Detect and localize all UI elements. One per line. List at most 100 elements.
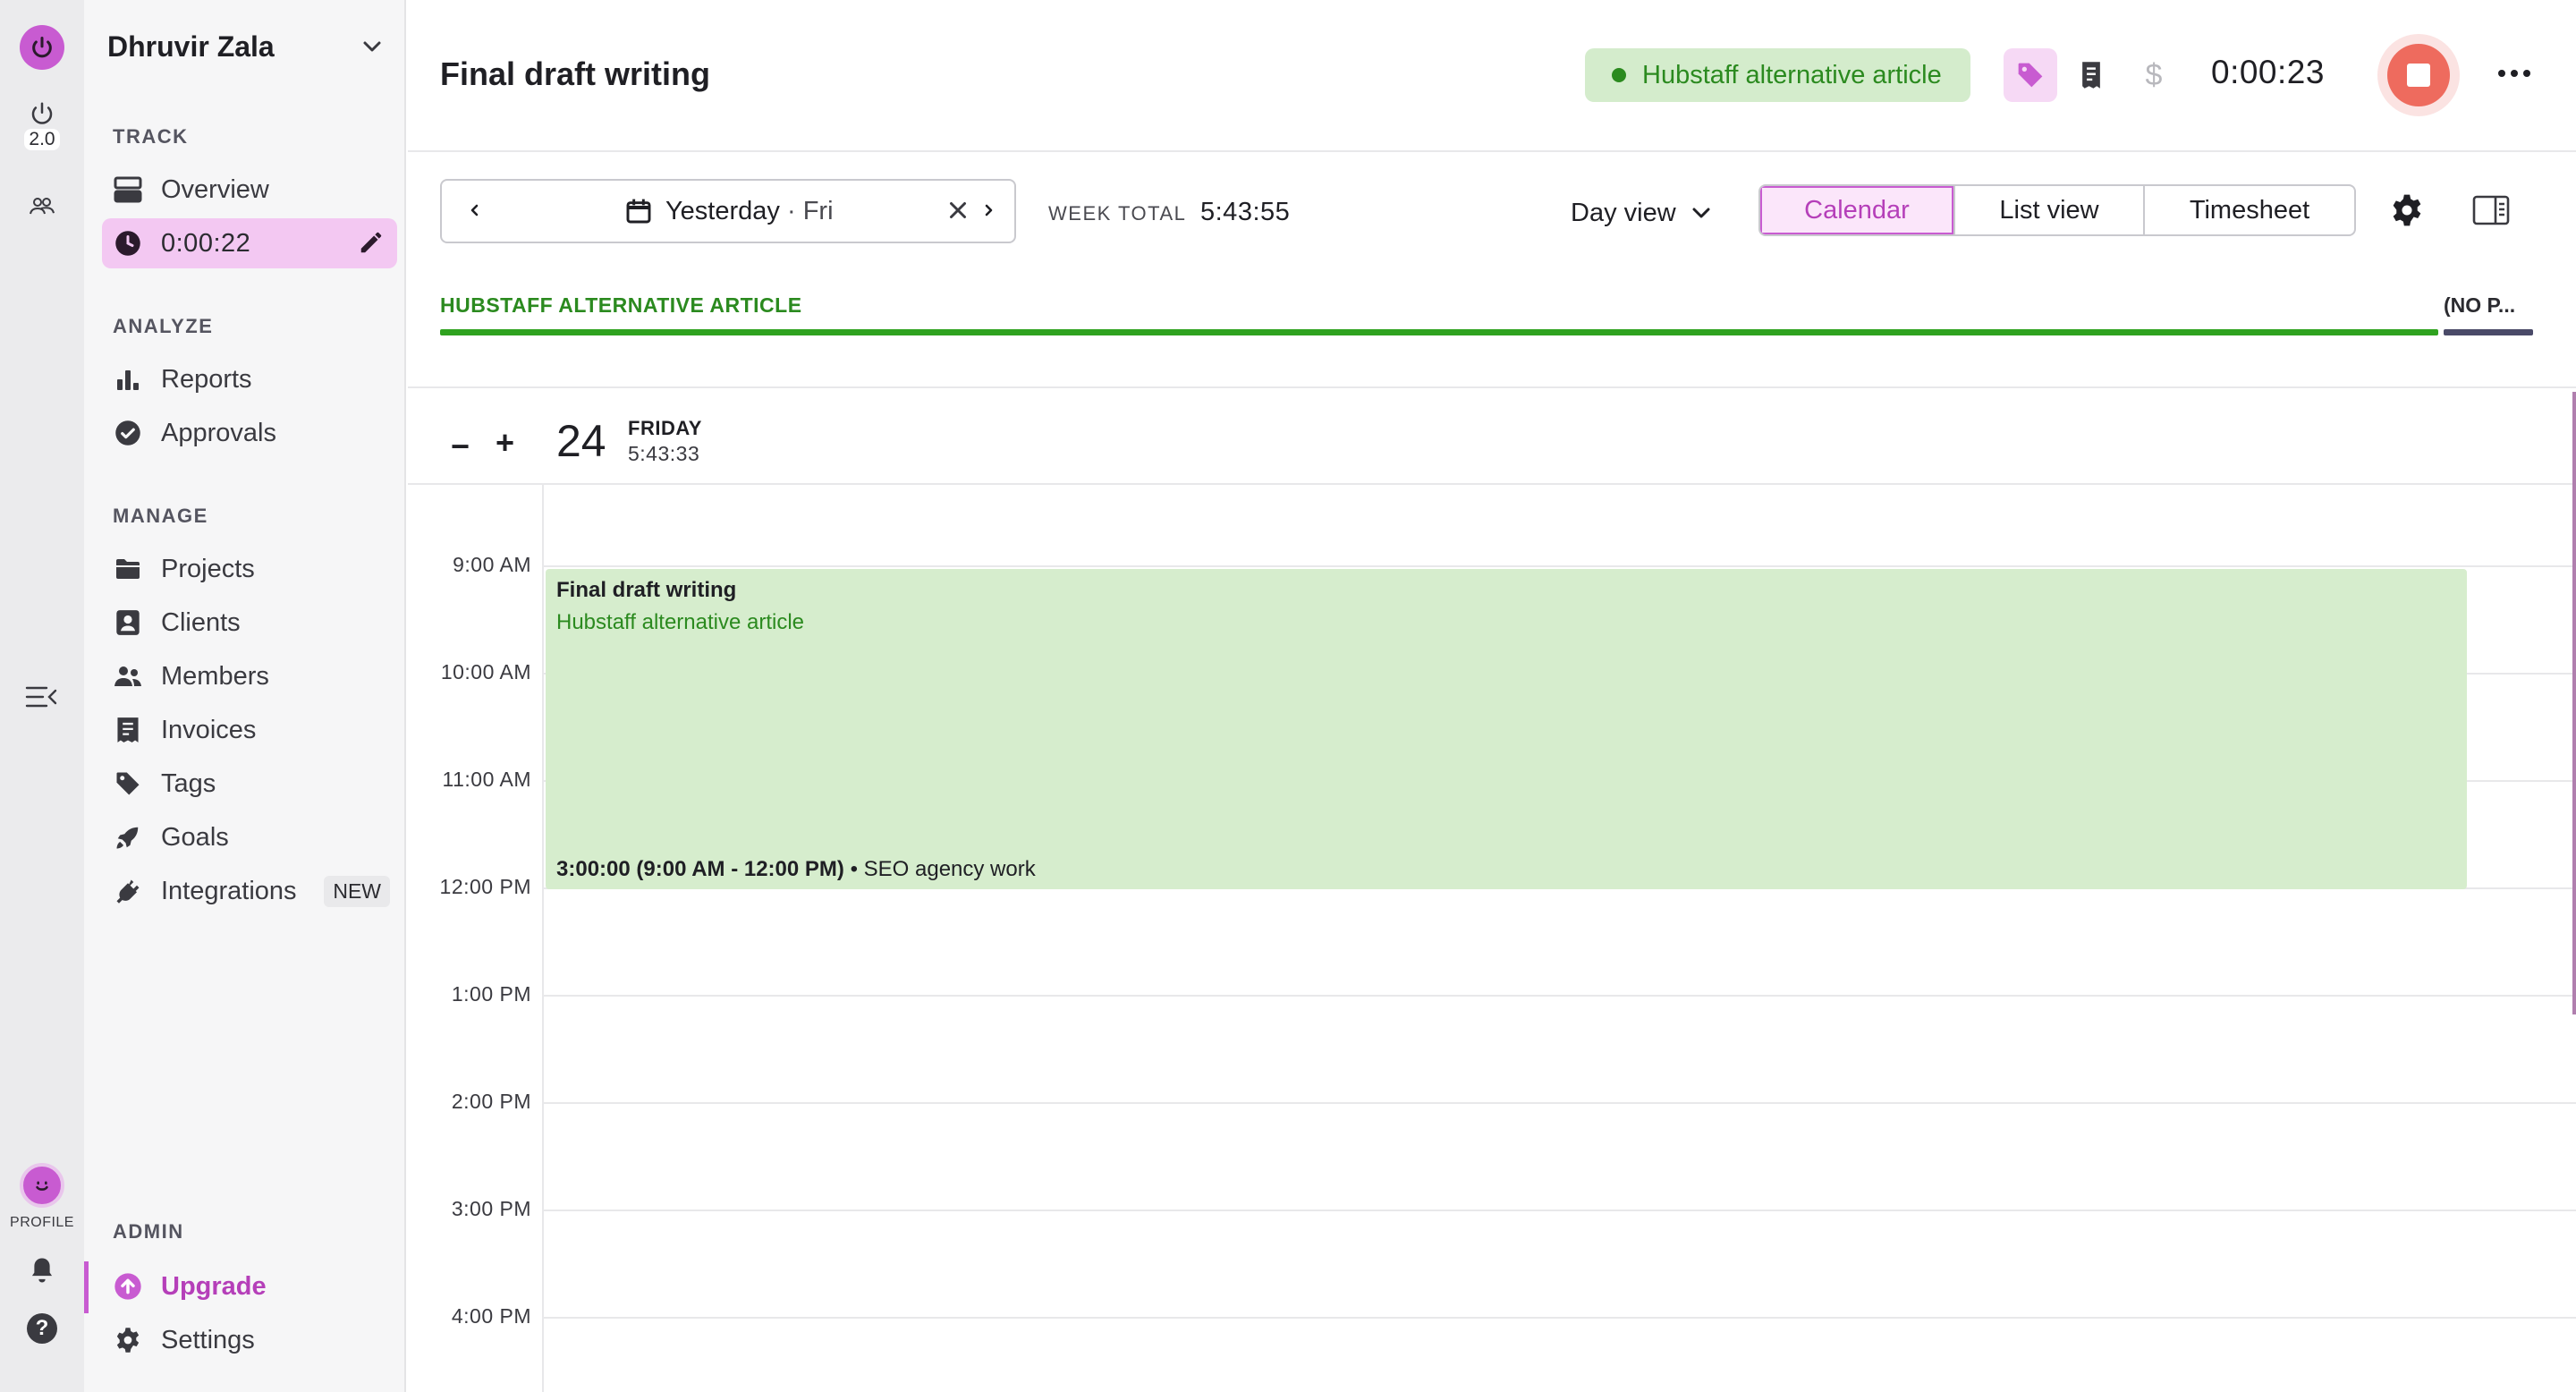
project-progress-bar[interactable] (440, 329, 2438, 335)
sidebar-item-overview[interactable]: Overview (102, 165, 397, 215)
hour-line (542, 1102, 2576, 1104)
sidebar-item-upgrade[interactable]: Upgrade (102, 1261, 397, 1311)
sidebar-item-projects[interactable]: Projects (102, 544, 397, 594)
no-project-summary-label: (NO P... (2444, 293, 2516, 317)
no-project-progress-bar[interactable] (2444, 329, 2533, 335)
chevron-down-icon (363, 41, 381, 52)
bar-chart-icon (113, 364, 143, 395)
hour-label: 3:00 PM (451, 1197, 531, 1220)
more-options-button[interactable] (2492, 55, 2537, 91)
tag-button[interactable] (2004, 48, 2057, 102)
app-rail: 2.0 PROFILE ? (0, 0, 84, 1392)
help-icon: ? (27, 1313, 57, 1344)
sidebar: Dhruvir Zala TRACK Overview 0:00:22 ANAL… (84, 0, 406, 1392)
calendar-settings-button[interactable] (2390, 193, 2424, 232)
section-analyze: ANALYZE (113, 315, 214, 337)
sidebar-item-tags[interactable]: Tags (102, 759, 397, 809)
timer-power-button[interactable] (0, 25, 84, 70)
week-total-label: WEEK TOTAL (1048, 202, 1187, 225)
sidebar-item-label: Reports (161, 364, 252, 394)
section-track: TRACK (113, 125, 189, 148)
version-label: 2.0 (24, 129, 60, 150)
notifications-button[interactable] (0, 1256, 84, 1285)
next-day-button[interactable] (980, 199, 996, 226)
hour-label: 2:00 PM (451, 1090, 531, 1113)
toggle-side-panel-button[interactable] (2472, 195, 2510, 230)
project-name: Hubstaff alternative article (1642, 60, 1942, 89)
sidebar-item-settings[interactable]: Settings (102, 1315, 397, 1365)
time-entry-tag: SEO agency work (863, 857, 1036, 881)
billable-toggle[interactable]: $ (2136, 55, 2172, 95)
sidebar-item-timer[interactable]: 0:00:22 (102, 218, 397, 268)
sidebar-item-approvals[interactable]: Approvals (102, 408, 397, 458)
tab-calendar[interactable]: Calendar (1760, 186, 1953, 234)
members-icon (113, 661, 143, 692)
time-entry-title: Final draft writing (556, 578, 737, 602)
hour-label: 10:00 AM (440, 660, 531, 683)
new-badge: NEW (324, 875, 390, 907)
previous-day-button[interactable] (467, 199, 483, 226)
pencil-icon (360, 232, 382, 253)
hour-label: 9:00 AM (453, 553, 531, 576)
project-summary-label: HUBSTAFF ALTERNATIVE ARTICLE (440, 293, 802, 317)
scrollbar[interactable] (2572, 392, 2576, 1014)
sidebar-item-integrations[interactable]: Integrations NEW (102, 866, 397, 916)
hour-label: 1:00 PM (451, 982, 531, 1006)
sidebar-item-label: Goals (161, 822, 229, 852)
clear-date-button[interactable] (945, 197, 971, 228)
sidebar-item-label: Tags (161, 768, 216, 798)
version-switch[interactable]: 2.0 (0, 100, 84, 150)
view-mode-dropdown[interactable]: Day view (1571, 195, 1712, 231)
active-indicator (84, 1261, 89, 1313)
date-label: Yesterday · Fri (665, 197, 834, 225)
tab-list-view[interactable]: List view (1953, 186, 2143, 234)
time-entry-separator: • (850, 857, 858, 881)
tag-icon (2018, 63, 2043, 88)
user-name: Dhruvir Zala (107, 30, 275, 63)
workspace-selector[interactable]: Dhruvir Zala (107, 27, 383, 66)
day-number: 24 (556, 416, 606, 466)
time-entry-duration: 3:00:00 (9:00 AM - 12:00 PM) (556, 857, 844, 881)
sidebar-item-label: Upgrade (161, 1271, 267, 1301)
sidebar-item-invoices[interactable]: Invoices (102, 705, 397, 755)
project-color-dot (1612, 68, 1626, 82)
check-circle-icon (113, 418, 143, 448)
timer-header: Final draft writing Hubstaff alternative… (408, 0, 2576, 152)
clock-icon (113, 228, 143, 259)
team-switch[interactable] (0, 195, 84, 216)
sidebar-item-goals[interactable]: Goals (102, 812, 397, 862)
tab-timesheet[interactable]: Timesheet (2143, 186, 2354, 234)
sidebar-item-reports[interactable]: Reports (102, 354, 397, 404)
hour-line (542, 995, 2576, 997)
zoom-out-button[interactable]: − (451, 428, 470, 465)
overview-icon (113, 174, 143, 205)
profile-label: PROFILE (10, 1215, 74, 1230)
billable-note-button[interactable] (2073, 57, 2109, 93)
task-title[interactable]: Final draft writing (440, 55, 710, 93)
time-column-divider (542, 485, 544, 1392)
side-panel-icon (2472, 195, 2510, 225)
running-timer: 0:00:23 (2211, 54, 2325, 90)
edit-timer-button[interactable] (358, 229, 385, 260)
people-icon (30, 198, 55, 215)
close-icon (950, 202, 966, 218)
sidebar-item-members[interactable]: Members (102, 651, 397, 701)
project-selector[interactable]: Hubstaff alternative article (1585, 48, 1970, 102)
dot-icon (2511, 70, 2518, 77)
sidebar-item-label: Invoices (161, 715, 257, 744)
profile-button[interactable]: PROFILE (0, 1163, 84, 1231)
dot-icon (2523, 70, 2530, 77)
hour-label: 12:00 PM (439, 875, 531, 898)
time-entry-details: 3:00:00 (9:00 AM - 12:00 PM) • SEO agenc… (556, 857, 1036, 882)
date-picker[interactable]: Yesterday · Fri (440, 179, 1016, 243)
stop-timer-button[interactable] (2377, 34, 2460, 116)
day-total: 5:43:33 (628, 442, 700, 465)
avatar (20, 1163, 64, 1208)
zoom-in-button[interactable]: + (496, 424, 514, 462)
time-entry-block[interactable]: Final draft writing Hubstaff alternative… (546, 569, 2467, 889)
calendar-grid[interactable]: 9:00 AM 10:00 AM 11:00 AM 12:00 PM 1:00 … (408, 485, 2576, 1392)
sidebar-item-clients[interactable]: Clients (102, 598, 397, 648)
collapse-sidebar-button[interactable] (0, 684, 84, 709)
plug-icon (113, 876, 143, 906)
help-button[interactable]: ? (0, 1313, 84, 1344)
